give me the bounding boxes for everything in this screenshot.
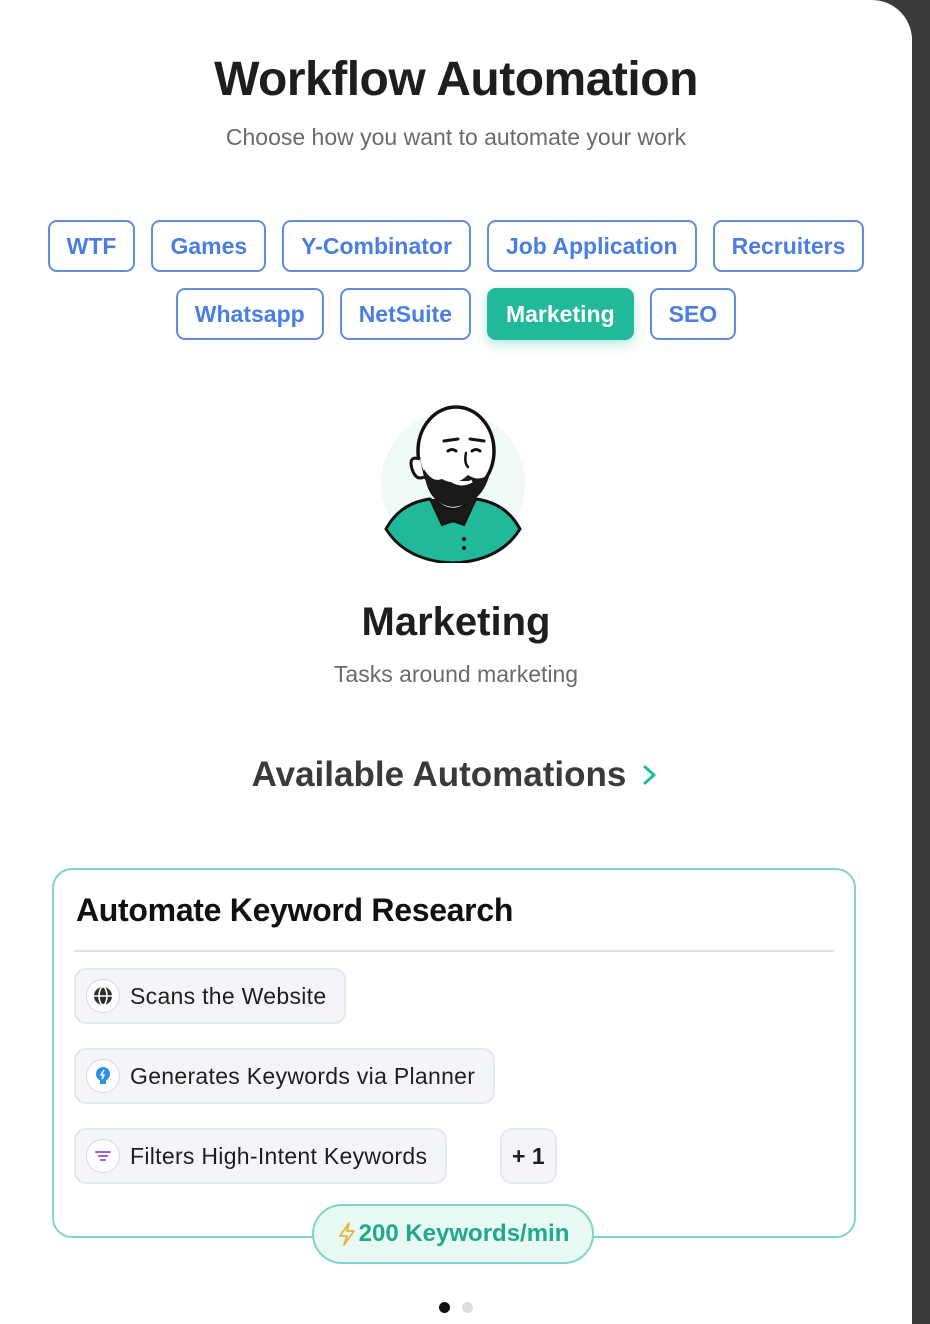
category-tag-whatsapp[interactable]: Whatsapp <box>175 288 324 340</box>
lightning-icon <box>338 1222 355 1246</box>
chevron-right-icon[interactable] <box>640 761 660 789</box>
category-tag-recruiters[interactable]: Recruiters <box>712 220 865 272</box>
throughput-badge: 200 Keywords/min <box>312 1204 594 1264</box>
category-tag-seo[interactable]: SEO <box>649 288 737 340</box>
pagination-dots <box>0 1302 912 1313</box>
category-name: Marketing <box>361 600 551 644</box>
step-label: Filters High-Intent Keywords <box>130 1142 428 1169</box>
category-tag-job-application[interactable]: Job Application <box>486 220 697 272</box>
throughput-label: 200 Keywords/min <box>358 1220 570 1247</box>
step-label: Generates Keywords via Planner <box>130 1062 476 1089</box>
lightbulb-icon <box>86 1059 120 1093</box>
automation-card[interactable]: Automate Keyword Research Scans the Webs… <box>52 868 856 1238</box>
card-divider <box>74 950 834 952</box>
step-label: Scans the Website <box>130 982 327 1009</box>
category-tag-netsuite[interactable]: NetSuite <box>339 288 471 340</box>
category-description: Tasks around marketing <box>333 661 579 687</box>
filter-icon <box>86 1139 120 1173</box>
pagination-dot[interactable] <box>462 1302 473 1313</box>
category-tag-wtf[interactable]: WTF <box>47 220 136 272</box>
page-subtitle: Choose how you want to automate your wor… <box>225 124 687 150</box>
available-automations-label: Available Automations <box>251 755 627 794</box>
bald-bearded-man-avatar-icon <box>381 405 525 563</box>
category-tags-row-2: Whatsapp NetSuite Marketing SEO <box>0 288 912 340</box>
category-tag-games[interactable]: Games <box>151 220 267 272</box>
more-steps-badge[interactable]: + 1 <box>500 1128 557 1184</box>
available-automations-heading[interactable]: Available Automations <box>0 755 912 795</box>
globe-icon <box>86 979 120 1013</box>
category-tag-y-combinator[interactable]: Y-Combinator <box>282 220 471 272</box>
pagination-dot-active[interactable] <box>439 1302 450 1313</box>
step-chip-scan-website: Scans the Website <box>74 968 347 1024</box>
category-tag-marketing[interactable]: Marketing <box>486 288 634 340</box>
step-chip-generate-keywords: Generates Keywords via Planner <box>74 1048 496 1104</box>
step-chip-filter-keywords: Filters High-Intent Keywords <box>74 1128 448 1184</box>
workflow-automation-panel: Workflow Automation Choose how you want … <box>0 0 912 1324</box>
category-tags-row-1: WTF Games Y-Combinator Job Application R… <box>0 220 912 272</box>
automation-card-title: Automate Keyword Research <box>76 892 514 928</box>
page-title: Workflow Automation <box>214 53 698 106</box>
